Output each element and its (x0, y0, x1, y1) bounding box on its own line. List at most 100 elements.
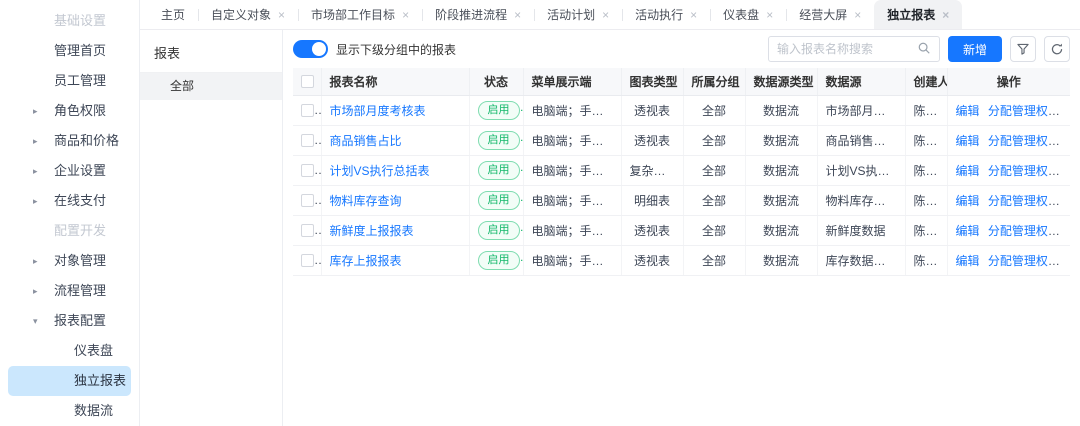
edit-link[interactable]: 编辑 (956, 134, 980, 148)
sidebar-item-label: 仪表盘 (74, 343, 114, 358)
reports-table: 报表名称 状态 菜单展示端 图表类型 所属分组 数据源类型 数据源 创建人 操作 市场部月度考核… (293, 68, 1070, 276)
tab-阶段推进流程[interactable]: 阶段推进流程 × (422, 0, 534, 29)
sidebar-item-管理首页[interactable]: 管理首页 (0, 36, 139, 66)
datasource-cell: 物料库存数据处... (817, 185, 906, 216)
menu-display-cell: 电脑端；手机端... (523, 95, 622, 126)
tab-市场部工作目标[interactable]: 市场部工作目标 × (298, 0, 422, 29)
sidebar-item-label: 报表配置 (54, 313, 107, 328)
row-actions: 编辑 分配管理权限 ··· (947, 185, 1070, 216)
sidebar-item-流程管理[interactable]: ▸ 流程管理 (0, 276, 139, 306)
sidebar-item-独立报表[interactable]: 独立报表 (8, 366, 131, 396)
more-actions-icon[interactable]: ··· (1068, 134, 1070, 148)
table-row: 市场部月度考核表 启用 电脑端；手机端... 透视表 全部 数据流 市场部月度考… (293, 95, 1070, 126)
tab-label: 仪表盘 (723, 8, 760, 22)
tab-主页[interactable]: 主页 (148, 0, 198, 29)
row-checkbox[interactable] (301, 134, 314, 148)
row-checkbox[interactable] (301, 164, 314, 178)
assign-permission-link[interactable]: 分配管理权限 (988, 164, 1060, 178)
sidebar-item-员工管理[interactable]: 员工管理 (0, 66, 139, 96)
report-name-link[interactable]: 新鲜度上报报表 (330, 224, 414, 238)
expand-arrow-icon: ▸ (33, 106, 38, 116)
chart-type-cell: 透视表 (621, 125, 684, 156)
sidebar-item-报表配置[interactable]: ▾ 报表配置 (0, 306, 139, 336)
sidebar-item-仪表盘[interactable]: 仪表盘 (0, 336, 139, 366)
tab-活动计划[interactable]: 活动计划 × (534, 0, 622, 29)
tab-close-icon[interactable]: × (766, 9, 773, 21)
tab-close-icon[interactable]: × (690, 9, 697, 21)
report-name-link[interactable]: 库存上报报表 (330, 254, 402, 268)
more-actions-icon[interactable]: ··· (1068, 194, 1070, 208)
more-actions-icon[interactable]: ··· (1068, 224, 1070, 238)
report-name-link[interactable]: 商品销售占比 (330, 134, 402, 148)
toolbar: 显示下级分组中的报表 新增 (293, 30, 1070, 68)
sidebar-item-label: 基础设置 (54, 13, 107, 28)
edit-link[interactable]: 编辑 (956, 164, 980, 178)
tab-close-icon[interactable]: × (402, 9, 409, 21)
status-badge: 启用 (477, 220, 520, 240)
sidebar-item-企业设置[interactable]: ▸ 企业设置 (0, 156, 139, 186)
assign-permission-link[interactable]: 分配管理权限 (988, 224, 1060, 238)
row-checkbox[interactable] (301, 224, 314, 238)
tab-活动执行[interactable]: 活动执行 × (622, 0, 710, 29)
tab-close-icon[interactable]: × (942, 9, 949, 21)
select-all-checkbox[interactable] (301, 75, 314, 89)
tab-close-icon[interactable]: × (854, 9, 861, 21)
show-subgroup-toggle[interactable] (293, 40, 328, 58)
row-checkbox[interactable] (301, 254, 314, 268)
app-window: 基础设置 管理首页 员工管理 ▸ 角色权限 ▸ 商品和价格 ▸ 企业设置 ▸ 在… (0, 0, 1080, 426)
tab-自定义对象[interactable]: 自定义对象 × (198, 0, 298, 29)
sidebar-item-label: 员工管理 (54, 73, 107, 88)
edit-link[interactable]: 编辑 (956, 254, 980, 268)
datasource-type-cell: 数据流 (745, 125, 818, 156)
more-actions-icon[interactable]: ··· (1068, 164, 1070, 178)
tab-独立报表[interactable]: 独立报表 × (874, 0, 963, 29)
report-name-link[interactable]: 市场部月度考核表 (330, 104, 426, 118)
datasource-cell: 库存数据处理 (817, 245, 906, 276)
datasource-type-cell: 数据流 (745, 215, 818, 246)
group-cell: 全部 (683, 95, 746, 126)
menu-display-cell: 电脑端；手机端... (523, 185, 622, 216)
more-actions-icon[interactable]: ··· (1068, 254, 1070, 268)
more-actions-icon[interactable]: ··· (1068, 104, 1070, 118)
tab-close-icon[interactable]: × (602, 9, 609, 21)
tab-仪表盘[interactable]: 仪表盘 × (710, 0, 786, 29)
tab-label: 主页 (161, 8, 186, 22)
row-checkbox[interactable] (301, 104, 314, 118)
refresh-button[interactable] (1044, 36, 1070, 62)
sidebar-item-角色权限[interactable]: ▸ 角色权限 (0, 96, 139, 126)
expand-arrow-icon: ▾ (33, 316, 38, 326)
edit-link[interactable]: 编辑 (956, 224, 980, 238)
sidebar-item-对象管理[interactable]: ▸ 对象管理 (0, 246, 139, 276)
report-name-link[interactable]: 计划VS执行总括表 (330, 164, 430, 178)
sidebar-item-label: 配置开发 (54, 223, 107, 238)
row-checkbox[interactable] (301, 194, 314, 208)
tab-close-icon[interactable]: × (278, 9, 285, 21)
assign-permission-link[interactable]: 分配管理权限 (988, 134, 1060, 148)
sidebar-nav: 基础设置 管理首页 员工管理 ▸ 角色权限 ▸ 商品和价格 ▸ 企业设置 ▸ 在… (0, 0, 140, 426)
edit-link[interactable]: 编辑 (956, 194, 980, 208)
search-input[interactable] (776, 42, 911, 56)
status-badge: 启用 (477, 160, 520, 180)
group-panel-item[interactable]: 全部 (140, 73, 282, 100)
sidebar-item-数据流[interactable]: 数据流 (0, 396, 139, 426)
edit-link[interactable]: 编辑 (956, 104, 980, 118)
tab-close-icon[interactable]: × (514, 9, 521, 21)
sidebar-item-在线支付[interactable]: ▸ 在线支付 (0, 186, 139, 216)
column-header-group: 所属分组 (683, 68, 746, 96)
add-report-button[interactable]: 新增 (947, 36, 1002, 62)
tab-经营大屏[interactable]: 经营大屏 × (786, 0, 874, 29)
assign-permission-link[interactable]: 分配管理权限 (988, 194, 1060, 208)
assign-permission-link[interactable]: 分配管理权限 (988, 254, 1060, 268)
search-icon[interactable] (917, 41, 931, 58)
sidebar-item-商品和价格[interactable]: ▸ 商品和价格 (0, 126, 139, 156)
assign-permission-link[interactable]: 分配管理权限 (988, 104, 1060, 118)
content-area: 报表 全部 显示下级分组中的报表 新增 (140, 30, 1080, 426)
filter-button[interactable] (1010, 36, 1036, 62)
row-actions: 编辑 分配管理权限 ··· (947, 245, 1070, 276)
chart-type-cell: 透视表 (621, 95, 684, 126)
group-cell: 全部 (683, 245, 746, 276)
report-name-link[interactable]: 物料库存查询 (330, 194, 402, 208)
tab-label: 活动计划 (547, 8, 596, 22)
datasource-type-cell: 数据流 (745, 185, 818, 216)
creator-cell: 陈主管 (905, 125, 948, 156)
